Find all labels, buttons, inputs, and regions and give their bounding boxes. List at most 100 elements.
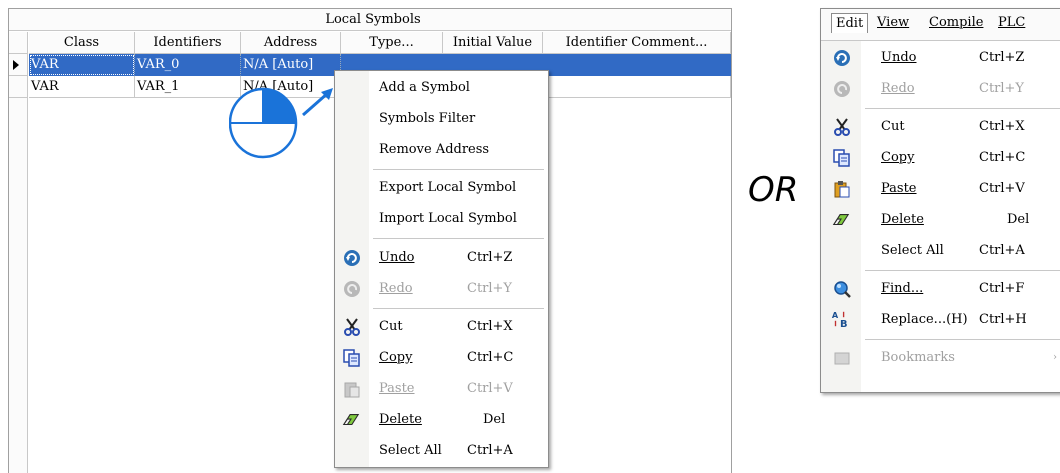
svg-text:A: A	[832, 310, 839, 320]
menu-item-label: Add a Symbol	[379, 80, 470, 95]
table-cell-identifier[interactable]: VAR_0	[135, 54, 241, 76]
column-header-identifier-comment[interactable]: Identifier Comment...	[543, 32, 731, 54]
menu-separator	[373, 169, 544, 170]
menu-item-label: Remove Address	[379, 142, 490, 157]
menu-item-label: Paste	[379, 381, 415, 396]
menu-item-undo[interactable]: Undo Ctrl+Z	[821, 43, 1060, 73]
menu-item-redo[interactable]: Redo Ctrl+Y	[335, 274, 548, 304]
eraser-icon	[342, 414, 360, 426]
menubar-item-view[interactable]: View	[877, 13, 909, 33]
table-cell-class[interactable]: VAR	[29, 54, 135, 76]
redo-icon	[344, 281, 360, 297]
table-cell-identifier[interactable]: VAR_1	[135, 76, 241, 98]
menu-item-label: Select All	[881, 243, 944, 258]
menu-separator	[865, 108, 1060, 109]
menu-item-import-local-symbol[interactable]: Import Local Symbol	[335, 204, 548, 234]
or-label: OR	[748, 170, 799, 210]
menu-item-label: Bookmarks	[881, 350, 955, 365]
eraser-icon	[832, 214, 850, 226]
column-header-identifiers[interactable]: Identifiers	[135, 32, 241, 54]
redo-icon	[834, 81, 850, 97]
menu-item-shortcut: Ctrl+F	[979, 281, 1025, 296]
menu-item-delete[interactable]: Delete Del	[335, 405, 548, 435]
menu-item-redo[interactable]: Redo Ctrl+Y	[821, 74, 1060, 104]
table-title-text: Local Symbols	[325, 12, 421, 27]
column-header-address[interactable]: Address	[241, 32, 341, 54]
mouse-right-click-icon	[229, 87, 333, 159]
menu-item-export-local-symbol[interactable]: Export Local Symbol	[335, 173, 548, 203]
table-cell-class[interactable]: VAR	[29, 76, 135, 98]
menu-item-shortcut: Ctrl+C	[467, 350, 514, 365]
menu-item-symbols-filter[interactable]: Symbols Filter	[335, 104, 548, 134]
menu-item-shortcut: Ctrl+C	[979, 150, 1026, 165]
menu-item-shortcut: Ctrl+Z	[979, 50, 1025, 65]
menu-item-copy[interactable]: Copy Ctrl+C	[821, 143, 1060, 173]
menu-item-copy[interactable]: Copy Ctrl+C	[335, 343, 548, 373]
column-header-initial-value[interactable]: Initial Value	[443, 32, 543, 54]
menu-item-shortcut: Ctrl+Y	[979, 81, 1025, 96]
menu-item-add-symbol[interactable]: Add a Symbol	[335, 73, 548, 103]
menu-item-label: Undo	[881, 50, 917, 65]
menu-item-shortcut: Ctrl+V	[979, 181, 1025, 196]
menu-item-select-all[interactable]: Select All Ctrl+A	[821, 236, 1060, 266]
menu-item-label: Paste	[881, 181, 917, 196]
menu-item-paste[interactable]: Paste Ctrl+V	[335, 374, 548, 404]
menu-item-label: Cut	[881, 119, 905, 134]
menu-item-shortcut: Ctrl+X	[467, 319, 513, 334]
menu-item-shortcut: Ctrl+A	[979, 243, 1025, 258]
menu-separator	[373, 238, 544, 239]
replace-icon: AB	[832, 310, 848, 328]
menu-item-label: Symbols Filter	[379, 111, 476, 126]
menu-item-label: Select All	[379, 443, 442, 458]
menu-item-label: Delete	[379, 412, 422, 427]
edit-menu-panel: Edit View Compile PLC Undo Ctrl+Z Redo C…	[820, 8, 1060, 393]
menu-item-replace[interactable]: AB Replace...(H) Ctrl+H	[821, 305, 1060, 335]
menubar-item-compile[interactable]: Compile	[929, 13, 983, 33]
undo-icon	[344, 250, 360, 266]
menu-item-label: Delete	[881, 212, 924, 227]
menu-item-label: Redo	[379, 281, 413, 296]
row-header[interactable]	[9, 76, 28, 98]
menubar-item-plc[interactable]: PLC	[998, 13, 1025, 33]
menu-item-shortcut: Ctrl+A	[467, 443, 513, 458]
menu-item-shortcut: Ctrl+V	[467, 381, 513, 396]
menu-item-cut[interactable]: Cut Ctrl+X	[821, 112, 1060, 142]
cut-icon	[834, 118, 850, 136]
menu-item-cut[interactable]: Cut Ctrl+X	[335, 312, 548, 342]
menu-item-label: Replace...(H)	[881, 312, 968, 327]
paste-icon	[344, 382, 360, 398]
paste-icon	[834, 181, 850, 198]
corner-header	[9, 32, 28, 54]
table-title: Local Symbols	[9, 9, 731, 31]
table-cell-comment[interactable]	[543, 76, 731, 98]
menu-item-bookmarks[interactable]: Bookmarks ›	[821, 343, 1060, 373]
copy-icon	[343, 349, 360, 367]
column-header-class[interactable]: Class	[29, 32, 135, 54]
menu-item-shortcut: Ctrl+Y	[467, 281, 513, 296]
current-row-arrow-icon	[13, 60, 19, 70]
menu-item-remove-address[interactable]: Remove Address	[335, 135, 548, 165]
menu-item-shortcut: Ctrl+Z	[467, 250, 513, 265]
undo-icon	[834, 50, 850, 66]
menu-separator	[373, 308, 544, 309]
menu-item-find[interactable]: Find... Ctrl+F	[821, 274, 1060, 304]
menu-item-paste[interactable]: Paste Ctrl+V	[821, 174, 1060, 204]
context-menu: Add a Symbol Symbols Filter Remove Addre…	[334, 70, 549, 468]
menu-item-shortcut: Del	[1007, 212, 1030, 227]
menu-item-label: Undo	[379, 250, 415, 265]
svg-text:B: B	[840, 319, 848, 328]
menu-item-delete[interactable]: Delete Del	[821, 205, 1060, 235]
menu-item-shortcut: Del	[483, 412, 506, 427]
row-header-area	[9, 98, 28, 473]
menu-item-label: Copy	[379, 350, 413, 365]
menu-item-label: Find...	[881, 281, 924, 296]
column-header-type[interactable]: Type...	[341, 32, 443, 54]
copy-icon	[833, 149, 850, 167]
bookmark-icon	[834, 352, 850, 365]
menu-item-label: Cut	[379, 319, 403, 334]
menu-item-shortcut: Ctrl+X	[979, 119, 1025, 134]
table-cell-address[interactable]: N/A [Auto]	[241, 54, 341, 76]
menu-item-select-all[interactable]: Select All Ctrl+A	[335, 436, 548, 466]
menu-item-undo[interactable]: Undo Ctrl+Z	[335, 243, 548, 273]
menubar-item-edit[interactable]: Edit	[831, 13, 869, 33]
